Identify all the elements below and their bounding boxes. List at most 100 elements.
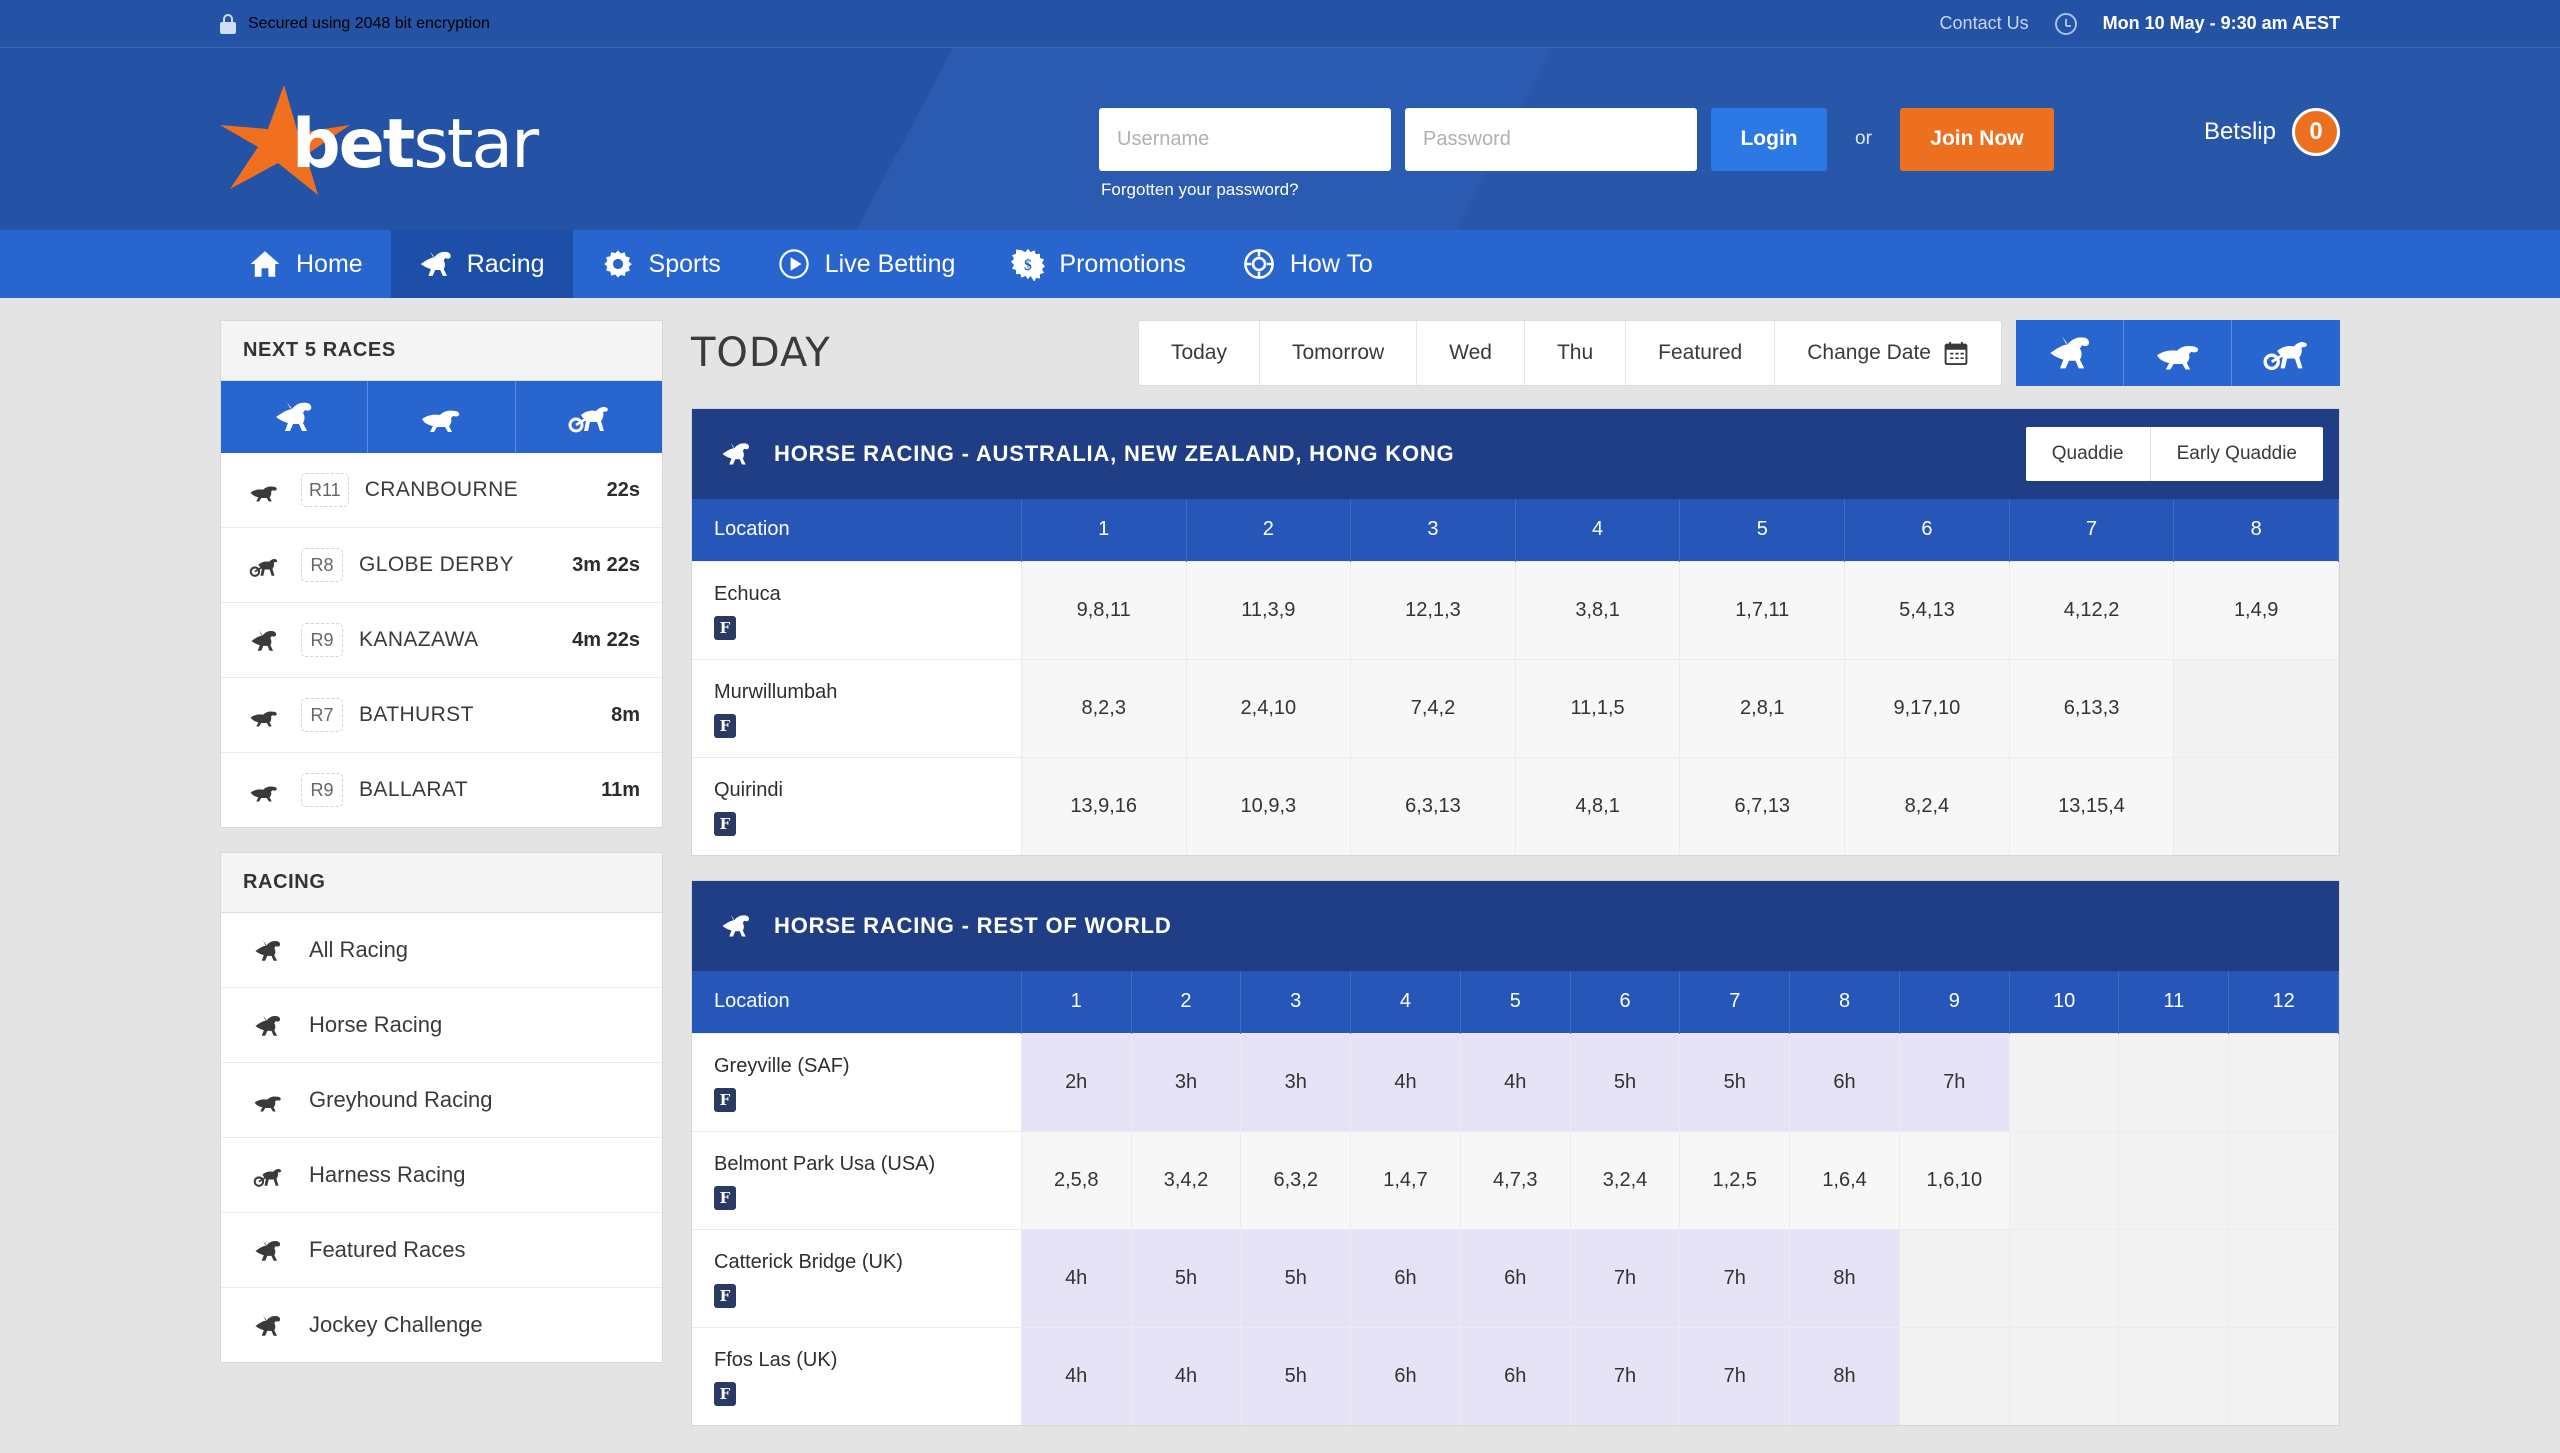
race-cell[interactable]: 11,1,5 bbox=[1515, 658, 1681, 757]
race-cell[interactable]: 9,8,11 bbox=[1021, 560, 1187, 659]
username-input[interactable] bbox=[1099, 107, 1392, 171]
join-now-button[interactable]: Join Now bbox=[1899, 107, 2054, 171]
race-cell[interactable]: 6,3,2 bbox=[1240, 1130, 1352, 1229]
race-cell[interactable]: 4,8,1 bbox=[1515, 756, 1681, 855]
race-cell[interactable]: 6h bbox=[1350, 1326, 1461, 1425]
racing-menu-item-greyhound-racing[interactable]: Greyhound Racing bbox=[221, 1062, 662, 1137]
location-cell[interactable]: Quirindi F bbox=[692, 756, 1022, 855]
racing-menu-item-harness-racing[interactable]: Harness Racing bbox=[221, 1137, 662, 1212]
race-cell[interactable]: 8,2,4 bbox=[1844, 756, 2010, 855]
date-tab-change-date[interactable]: Change Date bbox=[1775, 321, 2001, 385]
race-cell[interactable]: 13,15,4 bbox=[2009, 756, 2175, 855]
race-cell[interactable]: 5h bbox=[1240, 1326, 1352, 1425]
race-cell[interactable]: 4h bbox=[1131, 1326, 1242, 1425]
race-cell[interactable]: 3h bbox=[1240, 1032, 1352, 1131]
race-cell[interactable]: 8h bbox=[1789, 1326, 1900, 1425]
date-tab-today[interactable]: Today bbox=[1139, 321, 1260, 385]
race-cell[interactable]: 6,3,13 bbox=[1350, 756, 1516, 855]
race-cell[interactable]: 10,9,3 bbox=[1186, 756, 1352, 855]
forgot-password-link[interactable]: Forgotten your password? bbox=[1101, 180, 1299, 200]
next-race-row[interactable]: R9 BALLARAT 11m bbox=[221, 752, 662, 827]
race-cell[interactable]: 5h bbox=[1131, 1228, 1242, 1327]
location-cell[interactable]: Catterick Bridge (UK) F bbox=[692, 1228, 1022, 1327]
race-cell[interactable]: 1,4,7 bbox=[1350, 1130, 1461, 1229]
race-cell[interactable]: 12,1,3 bbox=[1350, 560, 1516, 659]
race-cell[interactable]: 1,4,9 bbox=[2173, 560, 2339, 659]
next-race-row[interactable]: R11 CRANBOURNE 22s bbox=[221, 453, 662, 527]
race-cell[interactable]: 9,17,10 bbox=[1844, 658, 2010, 757]
race-cell[interactable]: 3,2,4 bbox=[1570, 1130, 1681, 1229]
race-cell[interactable]: 4,12,2 bbox=[2009, 560, 2175, 659]
race-cell[interactable]: 6h bbox=[1460, 1326, 1571, 1425]
racing-menu-item-featured-races[interactable]: Featured Races bbox=[221, 1212, 662, 1287]
next-race-row[interactable]: R7 BATHURST 8m bbox=[221, 677, 662, 752]
race-cell[interactable]: 7,4,2 bbox=[1350, 658, 1516, 757]
race-cell[interactable]: 1,6,10 bbox=[1899, 1130, 2010, 1229]
race-code-tab-harness[interactable] bbox=[2232, 320, 2340, 386]
race-cell[interactable]: 5h bbox=[1240, 1228, 1352, 1327]
date-tab-tomorrow[interactable]: Tomorrow bbox=[1260, 321, 1418, 385]
race-cell[interactable]: 4h bbox=[1350, 1032, 1461, 1131]
race-cell[interactable]: 7h bbox=[1570, 1326, 1681, 1425]
race-cell[interactable]: 7h bbox=[1679, 1228, 1791, 1327]
race-cell[interactable]: 1,7,11 bbox=[1679, 560, 1846, 659]
nav-item-live-betting[interactable]: Live Betting bbox=[749, 230, 984, 298]
nav-item-how-to[interactable]: How To bbox=[1214, 230, 1401, 298]
date-tab-wed[interactable]: Wed bbox=[1417, 321, 1525, 385]
quaddie-button-quaddie[interactable]: Quaddie bbox=[2026, 427, 2151, 481]
race-cell[interactable]: 2,5,8 bbox=[1021, 1130, 1132, 1229]
location-cell[interactable]: Murwillumbah F bbox=[692, 658, 1022, 757]
location-cell[interactable]: Echuca F bbox=[692, 560, 1022, 659]
nav-item-sports[interactable]: Sports bbox=[573, 230, 749, 298]
racing-menu-item-horse-racing[interactable]: Horse Racing bbox=[221, 987, 662, 1062]
race-cell[interactable]: 6,7,13 bbox=[1679, 756, 1846, 855]
race-cell[interactable]: 7h bbox=[1899, 1032, 2010, 1131]
race-cell[interactable]: 7h bbox=[1570, 1228, 1681, 1327]
race-cell[interactable]: 7h bbox=[1679, 1326, 1791, 1425]
sidebar-sport-tab-horse[interactable] bbox=[221, 381, 369, 453]
race-cell[interactable]: 3,8,1 bbox=[1515, 560, 1681, 659]
sidebar-sport-tab-harness[interactable] bbox=[515, 381, 662, 453]
nav-item-home[interactable]: Home bbox=[220, 230, 391, 298]
race-cell[interactable]: 3h bbox=[1131, 1032, 1242, 1131]
race-cell[interactable]: 8h bbox=[1789, 1228, 1900, 1327]
race-cell[interactable]: 6,13,3 bbox=[2009, 658, 2175, 757]
race-cell[interactable]: 8,2,3 bbox=[1021, 658, 1187, 757]
race-code-tab-greyhound[interactable] bbox=[2124, 320, 2232, 386]
password-input[interactable] bbox=[1405, 107, 1698, 171]
race-cell[interactable]: 1,6,4 bbox=[1789, 1130, 1900, 1229]
race-cell[interactable]: 13,9,16 bbox=[1021, 756, 1187, 855]
race-cell[interactable]: 2,8,1 bbox=[1679, 658, 1846, 757]
race-cell[interactable]: 6h bbox=[1350, 1228, 1461, 1327]
date-tab-thu[interactable]: Thu bbox=[1525, 321, 1627, 385]
race-cell[interactable]: 5h bbox=[1679, 1032, 1791, 1131]
race-cell[interactable]: 11,3,9 bbox=[1186, 560, 1352, 659]
race-code-tab-horse[interactable] bbox=[2016, 320, 2124, 386]
location-cell[interactable]: Greyville (SAF) F bbox=[692, 1032, 1022, 1131]
race-cell[interactable]: 2h bbox=[1021, 1032, 1132, 1131]
race-cell[interactable]: 4,7,3 bbox=[1460, 1130, 1571, 1229]
sidebar-sport-tab-greyhound[interactable] bbox=[368, 381, 516, 453]
race-cell[interactable]: 6h bbox=[1789, 1032, 1900, 1131]
nav-item-racing[interactable]: Racing bbox=[390, 230, 573, 298]
nav-item-promotions[interactable]: $ Promotions bbox=[983, 230, 1213, 298]
racing-menu-item-jockey-challenge[interactable]: Jockey Challenge bbox=[221, 1287, 662, 1362]
race-cell[interactable]: 4h bbox=[1021, 1228, 1132, 1327]
quaddie-button-early-quaddie[interactable]: Early Quaddie bbox=[2151, 427, 2323, 481]
login-button[interactable]: Login bbox=[1711, 107, 1828, 171]
contact-us-link[interactable]: Contact Us bbox=[1940, 13, 2029, 34]
race-cell[interactable]: 1,2,5 bbox=[1679, 1130, 1791, 1229]
betslip[interactable]: Betslip 0 bbox=[2204, 107, 2340, 156]
race-cell[interactable]: 4h bbox=[1021, 1326, 1132, 1425]
next-race-row[interactable]: R9 KANAZAWA 4m 22s bbox=[221, 602, 662, 677]
race-cell[interactable]: 2,4,10 bbox=[1186, 658, 1352, 757]
date-tab-featured[interactable]: Featured bbox=[1626, 321, 1776, 385]
location-cell[interactable]: Ffos Las (UK) F bbox=[692, 1326, 1022, 1425]
race-cell[interactable]: 6h bbox=[1460, 1228, 1571, 1327]
racing-menu-item-all-racing[interactable]: All Racing bbox=[221, 913, 662, 987]
race-cell[interactable]: 4h bbox=[1460, 1032, 1571, 1131]
race-cell[interactable]: 5h bbox=[1570, 1032, 1681, 1131]
next-race-row[interactable]: R8 GLOBE DERBY 3m 22s bbox=[221, 527, 662, 602]
betstar-logo[interactable]: betstar bbox=[220, 79, 539, 199]
location-cell[interactable]: Belmont Park Usa (USA) F bbox=[692, 1130, 1022, 1229]
